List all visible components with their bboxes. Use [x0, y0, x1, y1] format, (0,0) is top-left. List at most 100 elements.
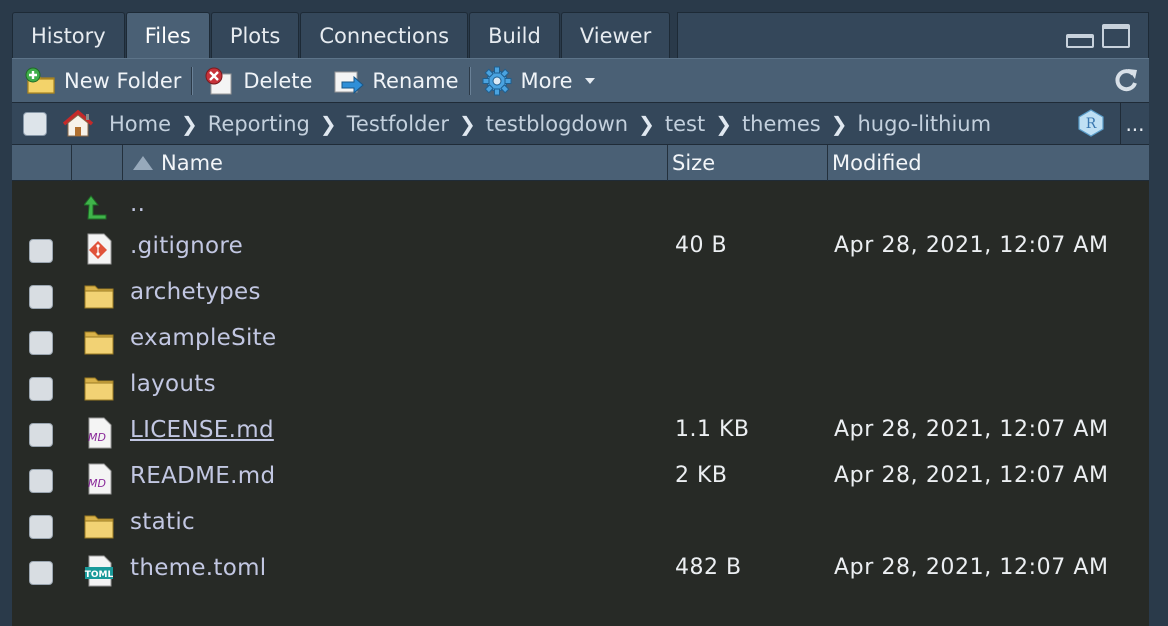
file-size: 2 KB: [675, 463, 728, 488]
breadcrumb-separator-icon: ❯: [715, 111, 732, 136]
delete-label: Delete: [243, 68, 313, 93]
row-checkbox[interactable]: [29, 423, 53, 447]
new-folder-label: New Folder: [64, 68, 182, 93]
header-icon-column: [72, 145, 123, 181]
file-size: 1.1 KB: [675, 417, 750, 442]
more-menu-button[interactable]: More: [471, 61, 605, 101]
toml-file-icon: TOML: [84, 555, 114, 587]
row-checkbox[interactable]: [29, 515, 53, 539]
row-checkbox[interactable]: [29, 469, 53, 493]
svg-text:TOML: TOML: [85, 570, 114, 580]
git-file-icon: [84, 233, 114, 265]
file-name[interactable]: theme.toml: [130, 555, 267, 581]
files-toolbar: New Folder Delete Rename More: [12, 58, 1149, 102]
list-item[interactable]: TOML theme.toml 482 B Apr 28, 2021, 12:0…: [12, 549, 1149, 595]
column-header-size[interactable]: Size: [668, 145, 828, 181]
breadcrumb-hugo-lithium[interactable]: hugo-lithium: [858, 112, 992, 136]
header-checkbox-column: [12, 145, 72, 181]
rename-button[interactable]: Rename: [322, 61, 468, 101]
delete-button[interactable]: Delete: [193, 61, 322, 101]
svg-text:MD: MD: [88, 477, 106, 490]
file-modified: Apr 28, 2021, 12:07 AM: [834, 555, 1109, 580]
breadcrumb-separator-icon: ❯: [458, 111, 476, 136]
file-name[interactable]: exampleSite: [130, 325, 276, 351]
breadcrumb-themes[interactable]: themes: [742, 112, 821, 136]
list-item[interactable]: layouts: [12, 365, 1149, 411]
file-size: 40 B: [675, 233, 728, 258]
more-label: More: [520, 68, 573, 93]
tab-viewer[interactable]: Viewer: [560, 12, 671, 58]
breadcrumb-test[interactable]: test: [665, 112, 705, 136]
markdown-file-icon: MD: [84, 417, 114, 449]
home-icon[interactable]: [61, 109, 95, 139]
breadcrumb-separator-icon: ❯: [638, 111, 655, 136]
list-item[interactable]: .gitignore 40 B Apr 28, 2021, 12:07 AM: [12, 227, 1149, 273]
breadcrumb-separator-icon: ❯: [319, 111, 337, 136]
refresh-icon[interactable]: [1111, 65, 1141, 95]
new-folder-button[interactable]: New Folder: [12, 61, 191, 101]
breadcrumb-testblogdown[interactable]: testblogdown: [486, 112, 628, 136]
file-name[interactable]: static: [130, 509, 195, 535]
row-checkbox[interactable]: [29, 377, 53, 401]
new-folder-icon: [24, 66, 58, 96]
tab-history[interactable]: History: [12, 12, 125, 58]
folder-icon: [84, 371, 114, 403]
list-item[interactable]: static: [12, 503, 1149, 549]
minimize-pane-icon[interactable]: [1066, 34, 1094, 48]
file-size: 482 B: [675, 555, 742, 580]
file-name[interactable]: ..: [130, 191, 145, 217]
file-name[interactable]: LICENSE.md: [130, 417, 274, 443]
folder-icon: [84, 325, 114, 357]
row-checkbox[interactable]: [29, 239, 53, 263]
file-name[interactable]: README.md: [130, 463, 275, 489]
row-checkbox[interactable]: [29, 331, 53, 355]
column-header-name-label: Name: [161, 151, 223, 175]
file-name[interactable]: .gitignore: [130, 233, 243, 259]
rename-label: Rename: [372, 68, 459, 93]
breadcrumb-testfolder[interactable]: Testfolder: [347, 112, 449, 136]
r-project-icon[interactable]: R: [1076, 108, 1106, 138]
file-list-header: Name Size Modified: [12, 144, 1149, 181]
breadcrumb-home[interactable]: Home: [109, 112, 171, 136]
file-list: .. .gitignore 40 B Apr 28, 2021, 12:07 A…: [12, 181, 1149, 626]
column-header-size-label: Size: [672, 151, 716, 175]
sort-ascending-icon: [133, 156, 153, 170]
file-modified: Apr 28, 2021, 12:07 AM: [834, 417, 1109, 442]
column-header-modified[interactable]: Modified: [828, 145, 1149, 181]
markdown-file-icon: MD: [84, 463, 114, 495]
breadcrumb-separator-icon: ❯: [830, 111, 848, 136]
delete-icon: [203, 66, 237, 96]
breadcrumb-more-button[interactable]: ...: [1120, 103, 1149, 145]
list-item[interactable]: exampleSite: [12, 319, 1149, 365]
pane-tab-bar: History Files Plots Connections Build Vi…: [0, 0, 1168, 58]
breadcrumb: Home ❯ Reporting ❯ Testfolder ❯ testblog…: [12, 102, 1149, 145]
row-checkbox[interactable]: [29, 561, 53, 585]
row-checkbox[interactable]: [29, 285, 53, 309]
select-all-checkbox[interactable]: [23, 111, 47, 136]
file-modified: Apr 28, 2021, 12:07 AM: [834, 463, 1109, 488]
file-name[interactable]: layouts: [130, 371, 216, 397]
folder-icon: [84, 279, 114, 311]
tab-files[interactable]: Files: [125, 12, 210, 58]
maximize-pane-icon[interactable]: [1102, 24, 1130, 48]
tab-connections[interactable]: Connections: [300, 12, 469, 58]
file-name[interactable]: archetypes: [130, 279, 261, 305]
gear-icon: [481, 66, 515, 96]
svg-text:R: R: [1086, 116, 1097, 132]
breadcrumb-separator-icon: ❯: [181, 111, 198, 136]
chevron-down-icon: [584, 77, 595, 84]
file-modified: Apr 28, 2021, 12:07 AM: [834, 233, 1109, 258]
tab-build[interactable]: Build: [469, 12, 560, 58]
column-header-modified-label: Modified: [832, 151, 922, 175]
column-header-name[interactable]: Name: [123, 145, 668, 181]
tab-plots[interactable]: Plots: [210, 12, 300, 58]
list-item[interactable]: MD LICENSE.md 1.1 KB Apr 28, 2021, 12:07…: [12, 411, 1149, 457]
parent-up-icon: [82, 191, 114, 223]
breadcrumb-reporting[interactable]: Reporting: [208, 112, 310, 136]
list-item[interactable]: archetypes: [12, 273, 1149, 319]
rename-icon: [332, 66, 366, 96]
svg-text:MD: MD: [88, 431, 106, 444]
list-item[interactable]: MD README.md 2 KB Apr 28, 2021, 12:07 AM: [12, 457, 1149, 503]
folder-icon: [84, 509, 114, 541]
list-item[interactable]: ..: [12, 185, 1149, 231]
